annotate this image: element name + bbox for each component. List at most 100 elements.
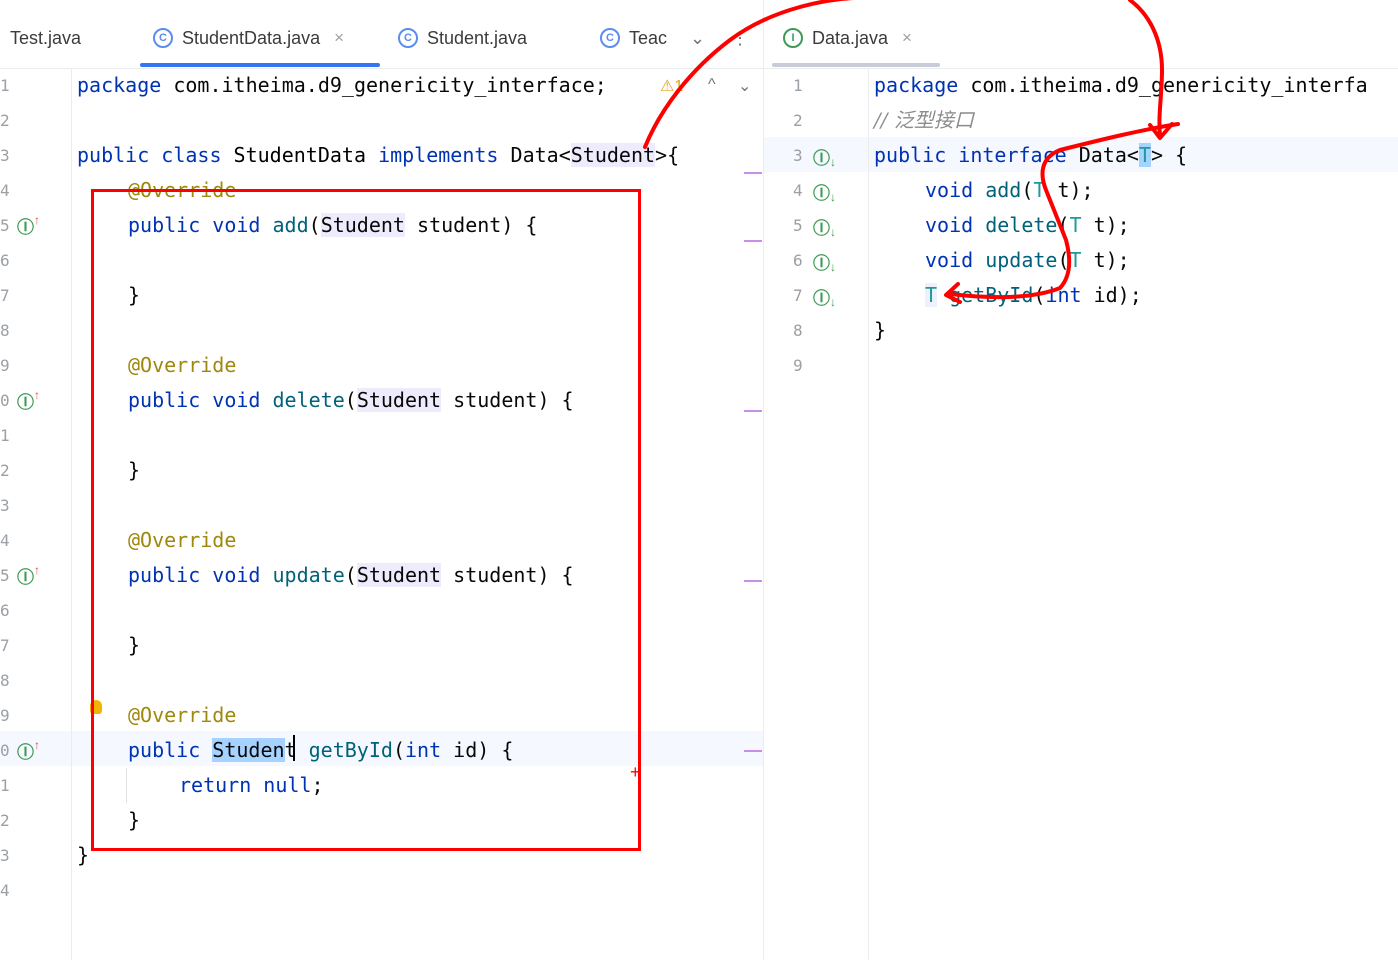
line-number: 1 xyxy=(0,76,10,95)
line-number: 4 xyxy=(0,181,10,200)
code-line-1[interactable]: package com.itheima.d9_genericity_interf… xyxy=(874,68,1368,103)
code-line-6[interactable]: void update(T t); xyxy=(925,243,1130,278)
line-number: 3 xyxy=(0,846,10,865)
line-number: 9 xyxy=(793,356,803,375)
implements-method-icon[interactable]: Ⓘ↑ xyxy=(17,738,40,763)
left-tab-bar: Test.java C StudentData.java × C Student… xyxy=(0,0,763,69)
implemented-icon[interactable]: Ⓘ↓ xyxy=(813,144,836,169)
line-number: 4 xyxy=(0,531,10,550)
implemented-icon[interactable]: Ⓘ↓ xyxy=(813,284,836,309)
code-line-1[interactable]: package com.itheima.d9_genericity_interf… xyxy=(77,68,607,103)
line-number: 2 xyxy=(0,461,10,480)
line-number: 1 xyxy=(0,776,10,795)
left-gutter-separator xyxy=(71,68,72,960)
line-number: 8 xyxy=(0,671,10,690)
code-line-4[interactable]: void add(T t); xyxy=(925,173,1094,208)
line-number: 1 xyxy=(0,426,10,445)
more-vertical-icon: ⋮ xyxy=(731,27,749,48)
implemented-icon[interactable]: Ⓘ↓ xyxy=(813,214,836,239)
arrow-down-icon: ↓ xyxy=(830,155,836,169)
close-icon[interactable]: × xyxy=(334,28,344,48)
line-number: 3 xyxy=(0,146,10,165)
arrow-down-icon: ↓ xyxy=(830,225,836,239)
code-line-3[interactable]: public interface Data<T> { xyxy=(874,138,1187,173)
code-line-3[interactable]: public class StudentData implements Data… xyxy=(77,138,679,173)
tab-menu-button[interactable]: ⋮ xyxy=(731,22,749,54)
line-number: 5 xyxy=(0,216,10,235)
error-stripe-mark[interactable] xyxy=(744,172,762,174)
chevron-down-icon: ⌄ xyxy=(738,78,752,95)
active-tab-indicator xyxy=(140,63,380,67)
right-gutter-separator xyxy=(868,68,869,960)
warning-icon: ⚠ xyxy=(660,78,675,95)
warning-indicator[interactable]: ⚠1 xyxy=(660,76,683,96)
line-number: 6 xyxy=(0,601,10,620)
java-interface-icon: I xyxy=(783,28,803,48)
java-class-icon: C xyxy=(398,28,418,48)
arrow-down-icon: ↓ xyxy=(830,190,836,204)
line-number: 7 xyxy=(0,286,10,305)
line-number: 6 xyxy=(793,251,803,270)
code-line-23[interactable]: } xyxy=(77,838,89,873)
line-number: 2 xyxy=(793,111,803,130)
tab-dropdown-button[interactable]: ⌄ xyxy=(690,22,705,54)
line-number: 4 xyxy=(793,181,803,200)
line-number: 8 xyxy=(0,321,10,340)
tab-teacher-java[interactable]: C Teac xyxy=(600,22,667,54)
line-number: 2 xyxy=(0,811,10,830)
editor-split-divider[interactable] xyxy=(763,0,764,960)
tab-label: Test.java xyxy=(10,27,82,48)
line-number: 3 xyxy=(793,146,803,165)
implemented-icon[interactable]: Ⓘ↓ xyxy=(813,249,836,274)
tab-data-java[interactable]: I Data.java × xyxy=(783,22,912,54)
implemented-icon[interactable]: Ⓘ↓ xyxy=(813,179,836,204)
line-number: 9 xyxy=(0,706,10,725)
line-number: 4 xyxy=(0,881,10,900)
active-tab-indicator xyxy=(772,63,940,67)
java-class-icon: C xyxy=(600,28,620,48)
line-number: 6 xyxy=(0,251,10,270)
error-stripe-mark[interactable] xyxy=(744,580,762,582)
previous-highlight-button[interactable]: ^ xyxy=(708,76,716,94)
right-tab-bar: I Data.java × xyxy=(764,0,1398,69)
error-stripe-mark[interactable] xyxy=(744,410,762,412)
code-line-7[interactable]: T getById(int id); xyxy=(925,278,1142,313)
annotation-highlight-box xyxy=(91,189,641,851)
line-number: 1 xyxy=(793,76,803,95)
tab-studentdata-java[interactable]: C StudentData.java × xyxy=(153,22,344,54)
line-number: 5 xyxy=(0,566,10,585)
next-highlight-button[interactable]: ⌄ xyxy=(738,76,751,96)
arrow-down-icon: ↓ xyxy=(830,260,836,274)
implements-method-icon[interactable]: Ⓘ↑ xyxy=(17,563,40,588)
line-number: 2 xyxy=(0,111,10,130)
tab-student-java[interactable]: C Student.java xyxy=(398,22,527,54)
tab-test-java[interactable]: Test.java xyxy=(10,22,81,54)
crosshair-marker: + xyxy=(630,762,641,782)
arrowhead-t xyxy=(1148,122,1174,140)
error-stripe-mark[interactable] xyxy=(744,240,762,242)
line-number: 9 xyxy=(0,356,10,375)
code-line-5[interactable]: void delete(T t); xyxy=(925,208,1130,243)
implements-method-icon[interactable]: Ⓘ↑ xyxy=(17,388,40,413)
arrow-up-icon: ↑ xyxy=(34,388,40,402)
java-class-icon: C xyxy=(153,28,173,48)
error-stripe-mark[interactable] xyxy=(744,750,762,752)
chevron-down-icon: ⌄ xyxy=(690,27,706,48)
line-number: 5 xyxy=(793,216,803,235)
close-icon[interactable]: × xyxy=(902,28,912,48)
implements-method-icon[interactable]: Ⓘ↑ xyxy=(17,213,40,238)
arrow-up-icon: ↑ xyxy=(34,738,40,752)
arrow-up-icon: ↑ xyxy=(34,563,40,577)
line-number: 7 xyxy=(0,636,10,655)
line-number: 0 xyxy=(0,391,10,410)
tab-label: Data.java xyxy=(812,27,889,48)
tab-label: Student.java xyxy=(427,27,528,48)
line-number: 7 xyxy=(793,286,803,305)
tab-label: StudentData.java xyxy=(182,27,321,48)
code-line-8[interactable]: } xyxy=(874,313,886,348)
arrow-up-icon: ↑ xyxy=(34,213,40,227)
line-number: 3 xyxy=(0,496,10,515)
code-comment[interactable]: // 泛型接口 xyxy=(874,103,974,138)
chevron-up-icon: ^ xyxy=(708,76,716,93)
line-number: 8 xyxy=(793,321,803,340)
